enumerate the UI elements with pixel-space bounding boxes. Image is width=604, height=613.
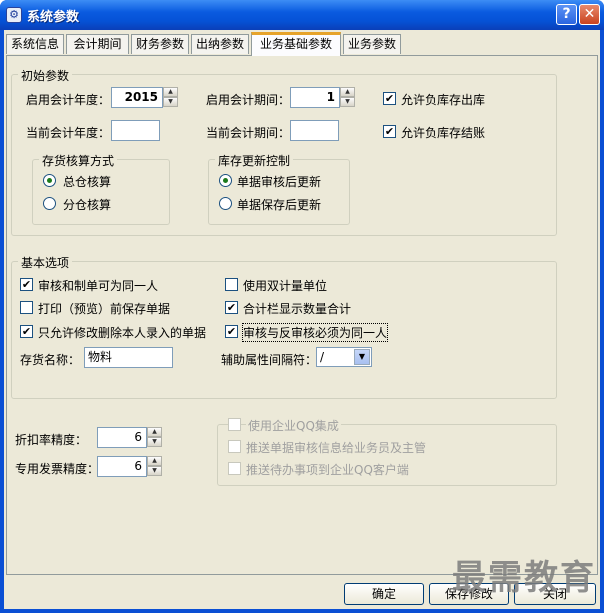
help-button[interactable]: ? [556,4,577,25]
spin-up-icon[interactable]: ▲ [147,456,162,466]
tab-cashier-params[interactable]: 出纳参数 [191,34,249,54]
inventory-name-label: 存货名称： [20,353,81,367]
basic-options-legend: 基本选项 [18,254,73,271]
update-after-save-label: 单据保存后更新 [237,198,322,212]
spin-down-icon[interactable]: ▼ [147,437,162,447]
window-title: 系统参数 [27,10,80,25]
start-period-value[interactable]: 1 [290,87,340,108]
start-period-spinner[interactable]: 1 ▲ ▼ [290,87,356,108]
current-period-label: 当前会计期间： [206,126,291,140]
print-save-checkbox[interactable] [20,301,33,314]
start-year-label: 启用会计年度： [26,93,111,107]
use-qq-checkbox[interactable] [228,418,241,431]
discount-precision-value[interactable]: 6 [97,427,147,448]
update-after-audit-radio[interactable] [219,174,232,187]
dialog-window: ⚙ 系统参数 ? ✕ 系统信息 会计期间 财务参数 出纳参数 业务基础参数 业务… [0,0,604,613]
costing-per-warehouse-radio[interactable] [43,197,56,210]
ok-button[interactable]: 确定 [344,583,424,605]
push-todo-checkbox[interactable] [228,462,241,475]
separator-select[interactable]: / ▼ [316,347,372,367]
costing-method-legend: 存货核算方式 [39,152,118,169]
own-docs-checkbox[interactable]: ✔ [20,325,33,338]
current-year-field[interactable] [111,120,160,141]
allow-negative-close-label: 允许负库存结账 [401,126,486,140]
inventory-name-field[interactable]: 物料 [84,347,173,368]
update-after-save-radio[interactable] [219,197,232,210]
allow-negative-close-checkbox[interactable]: ✔ [383,125,396,138]
discount-precision-spinner[interactable]: 6 ▲ ▼ [97,427,163,448]
costing-total-radio[interactable] [43,174,56,187]
push-audit-label: 推送单据审核信息给业务员及主管 [246,441,427,455]
tab-finance-params[interactable]: 财务参数 [131,34,189,54]
total-qty-checkbox[interactable]: ✔ [225,301,238,314]
own-docs-label: 只允许修改删除本人录入的单据 [38,326,207,340]
review-same-label: 审核与反审核必须为同一人 [241,323,389,342]
invoice-precision-value[interactable]: 6 [97,456,147,477]
allow-negative-out-checkbox[interactable]: ✔ [383,92,396,105]
initial-params-group: 初始参数 启用会计年度： 2015 ▲ ▼ 启用会计期间： 1 ▲ ▼ ✔ 允许… [11,67,557,236]
title-bar[interactable]: ⚙ 系统参数 ? ✕ [0,0,604,30]
start-year-value[interactable]: 2015 [111,87,163,108]
same-person-checkbox[interactable]: ✔ [20,278,33,291]
spin-down-icon[interactable]: ▼ [163,97,178,107]
dual-unit-label: 使用双计量单位 [243,279,328,293]
push-audit-checkbox[interactable] [228,440,241,453]
same-person-label: 审核和制单可为同一人 [38,279,159,293]
separator-label: 辅助属性间隔符： [221,353,318,367]
costing-per-warehouse-label: 分仓核算 [63,198,112,212]
tab-accounting-periods[interactable]: 会计期间 [66,34,129,54]
review-same-checkbox[interactable]: ✔ [225,325,238,338]
separator-value: / [320,350,325,364]
print-save-label: 打印（预览）前保存单据 [38,302,171,316]
chevron-down-icon[interactable]: ▼ [354,349,370,365]
push-todo-label: 推送待办事项到企业QQ客户端 [246,463,409,477]
update-after-audit-label: 单据审核后更新 [237,175,322,189]
total-qty-label: 合计栏显示数量合计 [243,302,352,316]
costing-method-group: 存货核算方式 总仓核算 分仓核算 [32,152,170,225]
tab-business-params[interactable]: 业务参数 [343,34,401,54]
invoice-precision-spinner[interactable]: 6 ▲ ▼ [97,456,163,477]
tab-system-info[interactable]: 系统信息 [6,34,64,54]
start-year-spinner[interactable]: 2015 ▲ ▼ [111,87,179,108]
spin-up-icon[interactable]: ▲ [340,87,355,97]
allow-negative-out-label: 允许负库存出库 [401,93,486,107]
spin-down-icon[interactable]: ▼ [340,97,355,107]
current-period-field[interactable] [290,120,339,141]
use-qq-label: 使用企业QQ集成 [246,417,341,434]
stock-update-group: 库存更新控制 单据审核后更新 单据保存后更新 [208,152,350,225]
tab-business-basic-params[interactable]: 业务基础参数 [251,32,341,56]
current-year-label: 当前会计年度： [26,126,111,140]
close-window-button[interactable]: ✕ [579,4,600,25]
discount-precision-label: 折扣率精度： [15,433,88,447]
initial-params-legend: 初始参数 [18,67,73,84]
dialog-client: 系统信息 会计期间 财务参数 出纳参数 业务基础参数 业务参数 初始参数 启用会… [4,30,600,609]
start-period-label: 启用会计期间： [206,93,291,107]
qq-integration-group: 使用企业QQ集成 推送单据审核信息给业务员及主管 推送待办事项到企业QQ客户端 [217,417,557,486]
spin-up-icon[interactable]: ▲ [147,427,162,437]
stock-update-legend: 库存更新控制 [215,152,294,169]
dual-unit-checkbox[interactable] [225,278,238,291]
watermark-logo: 最需教育 [452,558,596,598]
costing-total-label: 总仓核算 [63,175,112,189]
spin-up-icon[interactable]: ▲ [163,87,178,97]
tab-panel: 初始参数 启用会计年度： 2015 ▲ ▼ 启用会计期间： 1 ▲ ▼ ✔ 允许… [6,55,598,575]
invoice-precision-label: 专用发票精度： [15,462,100,476]
spin-down-icon[interactable]: ▼ [147,466,162,476]
basic-options-group: 基本选项 ✔ 审核和制单可为同一人 使用双计量单位 打印（预览）前保存单据 ✔ … [11,254,557,399]
app-icon: ⚙ [6,7,22,23]
